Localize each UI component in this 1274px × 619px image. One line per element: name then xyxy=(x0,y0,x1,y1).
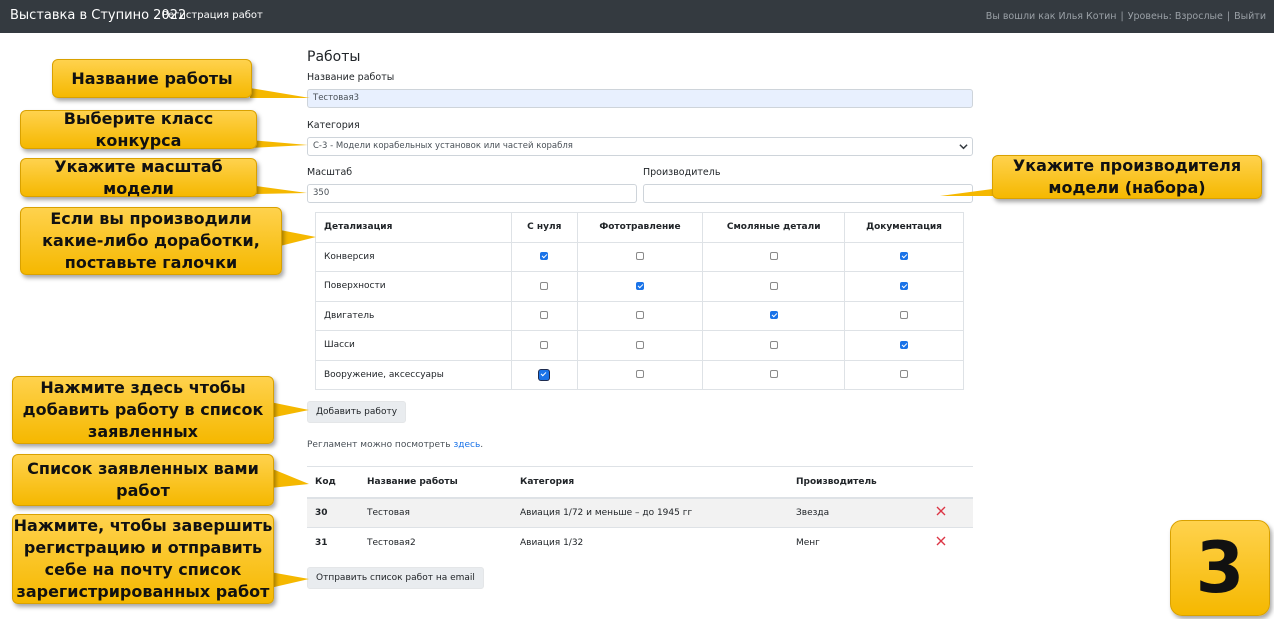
callout-finish: Нажмите, чтобы завершить регистрацию и о… xyxy=(12,514,274,604)
callout-scale: Укажите масштаб модели xyxy=(20,157,257,198)
callout-class: Выберите класс конкурса xyxy=(20,109,257,150)
callout-name: Название работы xyxy=(52,59,252,98)
callout-detail: Если вы производили какие-либо доработки… xyxy=(20,207,282,275)
step-number: 3 xyxy=(1170,520,1270,616)
callout-add: Нажмите здесь чтобы добавить работу в сп… xyxy=(12,376,274,444)
callout-list: Список заявленных вами работ xyxy=(12,454,274,506)
callout-maker: Укажите производителя модели (набора) xyxy=(992,155,1262,199)
